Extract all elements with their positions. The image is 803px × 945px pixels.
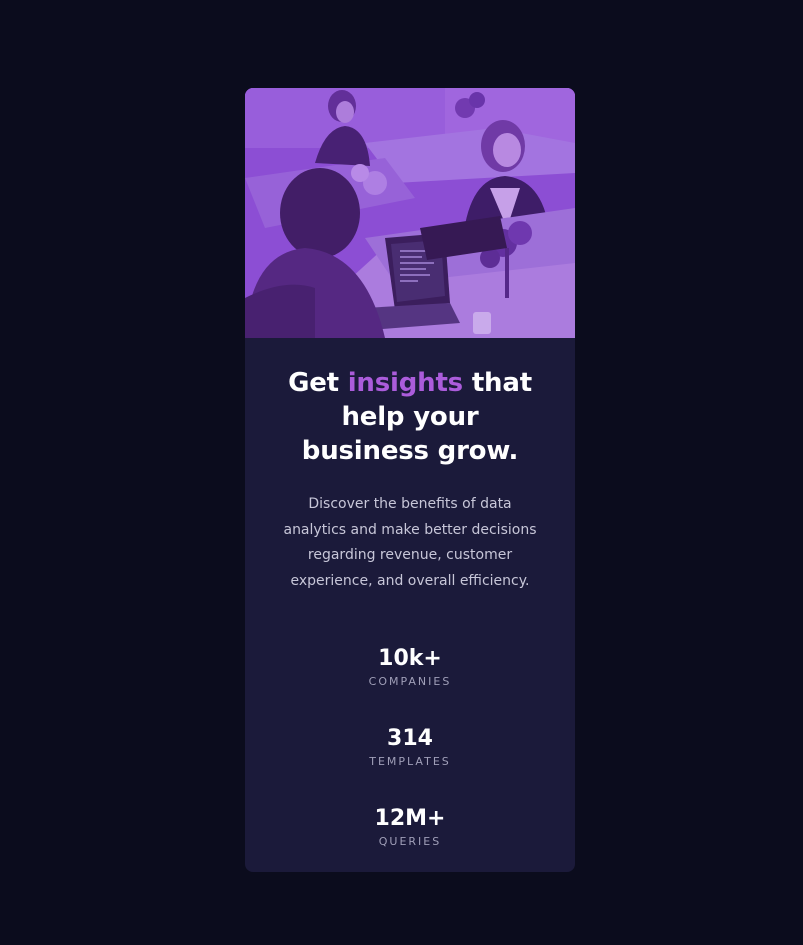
stat-label: QUERIES — [378, 835, 442, 848]
stats-list: 10k+ COMPANIES 314 TEMPLATES 12M+ QUERIE… — [275, 644, 545, 872]
hero-image — [245, 88, 575, 338]
stat-value: 10k+ — [378, 646, 442, 671]
description: Discover the benefits of data analytics … — [283, 496, 537, 589]
stat-queries: 12M+ QUERIES — [275, 804, 545, 872]
headline: Get insights that help your business gro… — [275, 366, 545, 468]
headline-before: Get — [288, 368, 348, 398]
stat-templates: 314 TEMPLATES — [275, 724, 545, 804]
stat-companies: 10k+ COMPANIES — [275, 644, 545, 724]
office-photo-illustration — [245, 88, 575, 338]
stat-value: 314 — [387, 726, 433, 751]
stat-label: TEMPLATES — [369, 755, 451, 768]
headline-accent: insights — [347, 368, 463, 398]
card-content: Get insights that help your business gro… — [245, 366, 575, 872]
stats-preview-card: Get insights that help your business gro… — [245, 88, 575, 872]
stat-value: 12M+ — [374, 806, 446, 831]
stat-label: COMPANIES — [368, 675, 452, 688]
